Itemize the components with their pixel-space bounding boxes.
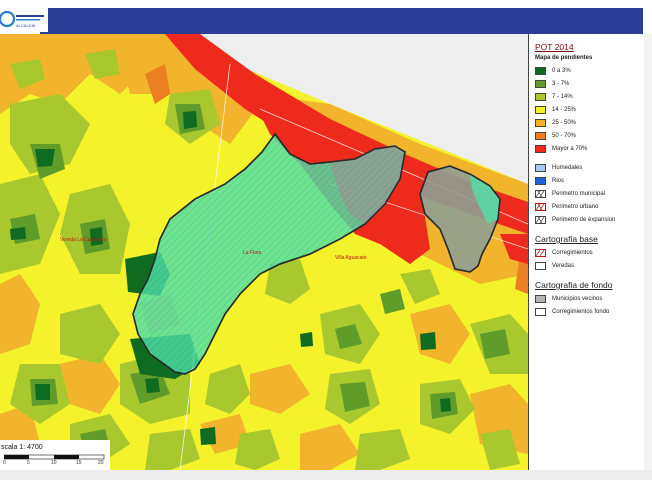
legend-item-slope-over-70: Mayor a 70%	[535, 142, 644, 155]
legend-item-label: Corregimientos fondo	[552, 308, 610, 315]
legend-item-label: Perimetro urbano	[552, 203, 599, 210]
legend-item-label: Mayor a 70%	[552, 145, 588, 152]
logo-text: ALCALDÍA	[16, 23, 36, 28]
scale-tick: 20	[98, 460, 104, 466]
legend-item-label: Perimetro de expansion	[552, 216, 616, 223]
legend-swatch	[535, 144, 546, 153]
legend-swatch	[535, 105, 546, 114]
legend-item-label: Humedales	[552, 164, 583, 171]
legend-item-slope-3-7: 3 - 7%	[535, 77, 644, 90]
legend-item-perimetro-municipal: Perimetro municipal	[535, 187, 644, 200]
hatched-perimeter-icon	[535, 202, 546, 211]
legend-title: POT 2014	[535, 42, 574, 52]
legend-swatch	[535, 66, 546, 75]
legend-swatch	[535, 261, 546, 270]
legend-item-corregimientos: Corregimientos	[535, 246, 644, 259]
slope-map[interactable]: Vereda La Cabecera La Flora Villa Aguaca…	[0, 34, 528, 470]
legend-item-label: 3 - 7%	[552, 80, 570, 87]
legend-item-slope-7-14: 7 - 14%	[535, 90, 644, 103]
legend-item-label: 25 - 50%	[552, 119, 577, 126]
legend-item-label: 50 - 70%	[552, 132, 577, 139]
legend-swatch	[535, 294, 546, 303]
legend-swatch	[535, 79, 546, 88]
scale-label: scala 1: 4700	[1, 444, 43, 451]
legend-item-label: Veredas	[552, 262, 575, 269]
legend-swatch	[535, 118, 546, 127]
legend-swatch	[535, 176, 546, 185]
hatched-perimeter-icon	[535, 248, 546, 257]
legend-panel: POT 2014 Mapa de pendientes 0 a 3% 3 - 7…	[528, 34, 644, 470]
bottom-margin	[0, 470, 652, 480]
scale-tick: 10	[51, 460, 57, 466]
map-layout-frame: ALCALDÍA Vereda La Cabecera La Flora Vil…	[0, 0, 652, 480]
legend-swatch	[535, 307, 546, 316]
legend-item-slope-14-25: 14 - 25%	[535, 103, 644, 116]
legend-swatch	[535, 92, 546, 101]
legend-item-label: Perimetro municipal	[552, 190, 606, 197]
legend-item-slope-0-3: 0 a 3%	[535, 64, 644, 77]
legend-item-slope-50-70: 50 - 70%	[535, 129, 644, 142]
legend-item-label: 14 - 25%	[552, 106, 577, 113]
legend-item-corregimientos-fondo: Corregimientos fondo	[535, 305, 644, 318]
scale-tick: 0	[3, 460, 6, 466]
legend-item-label: 0 a 3%	[552, 67, 571, 74]
map-label-vereda-cabecera: Vereda La Cabecera	[60, 237, 106, 243]
hatched-perimeter-icon	[535, 189, 546, 198]
legend-item-humedales: Humedales	[535, 161, 644, 174]
legend-base-title: Cartografia base	[535, 234, 598, 244]
legend-item-perimetro-expansion: Perimetro de expansion	[535, 213, 644, 226]
legend-item-label: 7 - 14%	[552, 93, 573, 100]
hatched-perimeter-icon	[535, 215, 546, 224]
map-label-la-flora: La Flora	[243, 250, 262, 256]
legend-background-title: Cartografia de fondo	[535, 280, 613, 290]
legend-item-label: Municipios vecinos	[552, 295, 603, 302]
legend-item-rios: Rios	[535, 174, 644, 187]
legend-slope-subtitle: Mapa de pendientes	[535, 55, 593, 61]
header-bar: ALCALDÍA	[0, 0, 652, 34]
legend-item-label: Rios	[552, 177, 565, 184]
map-label-villa-aguacate: Villa Aguacate	[335, 255, 367, 261]
logo: ALCALDÍA	[0, 6, 48, 32]
scale-bar: scala 1: 4700 0 5 10 15 20	[0, 440, 110, 470]
legend-item-municipios-vecinos: Municipios vecinos	[535, 292, 644, 305]
legend-item-label: Corregimientos	[552, 249, 593, 256]
legend-item-veredas: Veredas	[535, 259, 644, 272]
header-title-bar	[40, 8, 643, 34]
legend-item-perimetro-urbano: Perimetro urbano	[535, 200, 644, 213]
legend-swatch	[535, 131, 546, 140]
legend-swatch	[535, 163, 546, 172]
legend-item-slope-25-50: 25 - 50%	[535, 116, 644, 129]
scale-tick: 15	[76, 460, 82, 466]
scale-tick: 5	[27, 460, 30, 466]
